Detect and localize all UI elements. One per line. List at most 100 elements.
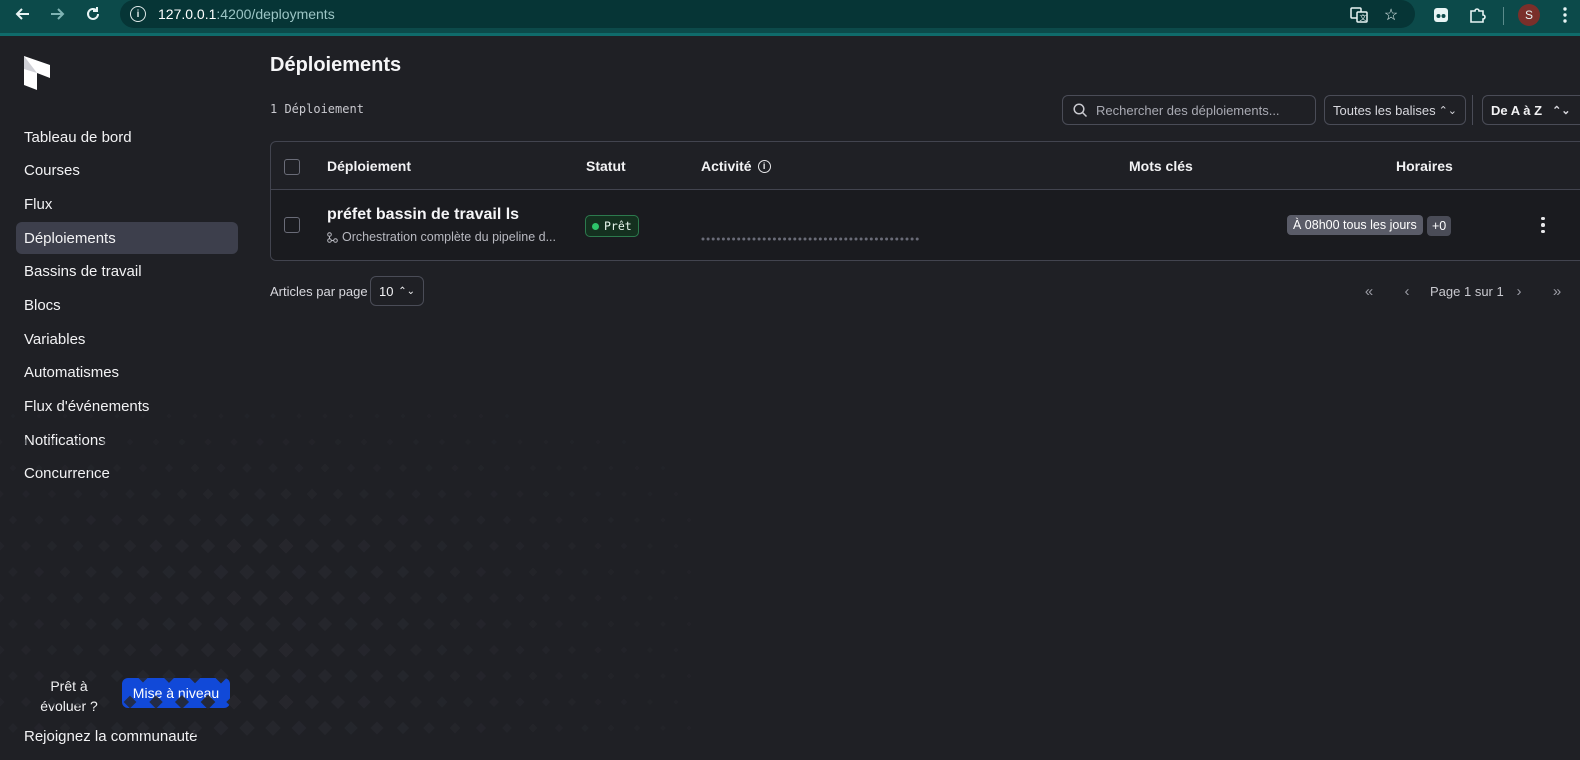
per-page-select[interactable]: 10 ⌃⌄	[370, 276, 424, 306]
activity-dot	[711, 237, 715, 241]
deployments-table: Déploiement Statut Activité i Mots clés …	[270, 141, 1580, 261]
row-menu-icon[interactable]	[1533, 210, 1553, 240]
sidebar-item-automations[interactable]: Automatismes	[16, 357, 238, 389]
activity-dot	[849, 237, 853, 241]
activity-dot	[721, 237, 725, 241]
previous-page-icon[interactable]: ‹	[1396, 280, 1418, 302]
activity-dot	[752, 237, 756, 241]
activity-dot	[772, 237, 776, 241]
first-page-icon[interactable]: «	[1358, 280, 1380, 302]
column-activity[interactable]: Activité i	[701, 158, 771, 174]
sidebar-item-blocks[interactable]: Blocs	[16, 289, 238, 321]
activity-dot	[808, 237, 812, 241]
prefect-logo-icon[interactable]	[24, 56, 50, 90]
deployment-count: 1 Déploiement	[270, 102, 364, 116]
profile-avatar[interactable]: S	[1518, 4, 1540, 26]
column-tags[interactable]: Mots clés	[1129, 158, 1193, 174]
activity-dot	[905, 237, 909, 241]
activity-dot	[767, 237, 771, 241]
search-icon	[1073, 102, 1088, 118]
table-header: Déploiement Statut Activité i Mots clés …	[271, 142, 1580, 190]
activity-dot	[737, 237, 741, 241]
bookmark-star-icon[interactable]: ☆	[1380, 4, 1402, 26]
activity-dot	[762, 237, 766, 241]
column-status[interactable]: Statut	[586, 158, 626, 174]
search-input[interactable]: Rechercher des déploiements...	[1062, 95, 1316, 125]
select-all-checkbox[interactable]	[284, 159, 300, 175]
extension-icon[interactable]	[1430, 4, 1452, 26]
activity-dot	[783, 237, 787, 241]
sidebar-item-event-feed[interactable]: Flux d'événements	[16, 391, 238, 423]
schedule-more-badge[interactable]: +0	[1427, 216, 1452, 236]
sidebar-item-notifications[interactable]: Notifications	[16, 424, 238, 456]
activity-dot	[778, 237, 781, 241]
status-badge: Prêt	[585, 215, 639, 237]
sidebar: Tableau de bord Courses Flux Déploiement…	[0, 36, 254, 756]
reload-icon[interactable]	[76, 0, 110, 28]
activity-dot	[874, 237, 878, 241]
status-label: Prêt	[604, 219, 632, 233]
activity-dot	[716, 237, 720, 241]
community-link[interactable]: Rejoignez la communauté	[24, 728, 197, 745]
page-info: Page 1 sur 1	[1430, 284, 1504, 299]
sidebar-item-variables[interactable]: Variables	[16, 323, 238, 355]
sidebar-item-deployments[interactable]: Déploiements	[16, 222, 238, 255]
sidebar-item-work-pools[interactable]: Bassins de travail	[16, 256, 238, 288]
browser-toolbar: i 127.0.0.1:4200/deployments 文 ☆ S	[0, 0, 1580, 36]
sort-select[interactable]: De A à Z ⌃⌄	[1482, 95, 1580, 125]
flow-name: Orchestration complète du pipeline d...	[342, 230, 557, 244]
activity-dot	[701, 237, 705, 241]
table-row[interactable]: préfet bassin de travail ls Orchestratio…	[271, 190, 1580, 260]
activity-dot	[839, 237, 843, 241]
column-deployment[interactable]: Déploiement	[327, 158, 411, 174]
puzzle-icon[interactable]	[1466, 4, 1488, 26]
translate-icon[interactable]: 文	[1348, 4, 1370, 26]
column-activity-label: Activité	[701, 158, 752, 174]
address-bar[interactable]: i 127.0.0.1:4200/deployments 文 ☆	[120, 0, 1415, 28]
activity-dot	[829, 237, 832, 241]
toolbar-divider	[1503, 7, 1504, 25]
sidebar-nav: Tableau de bord Courses Flux Déploiement…	[16, 121, 238, 492]
chevron-updown-icon: ⌃⌄	[1438, 104, 1457, 117]
sidebar-item-flows[interactable]: Flux	[16, 188, 238, 220]
activity-dot	[910, 237, 914, 241]
schedule-badge[interactable]: À 08h00 tous les jours	[1287, 215, 1423, 235]
per-page-label: Articles par page	[270, 284, 368, 299]
activity-dot	[818, 237, 822, 241]
row-checkbox[interactable]	[284, 217, 300, 233]
activity-dot	[859, 237, 863, 241]
activity-dot	[844, 237, 848, 241]
chevron-updown-icon: ⌃⌄	[1552, 104, 1571, 117]
activity-dot	[813, 237, 817, 241]
back-arrow-icon[interactable]	[6, 0, 40, 28]
activity-dot	[880, 237, 883, 241]
sidebar-item-concurrency[interactable]: Concurrence	[16, 458, 238, 490]
main-content: Déploiements 1 Déploiement Rechercher de…	[254, 36, 1580, 756]
activity-dot	[834, 237, 838, 241]
filter-divider	[1472, 95, 1473, 125]
upgrade-prompt: Prêt à évoluer ?	[40, 678, 98, 714]
activity-dot	[864, 237, 868, 241]
sidebar-item-dashboard[interactable]: Tableau de bord	[16, 121, 238, 153]
status-dot-icon	[592, 222, 599, 230]
column-schedules[interactable]: Horaires	[1396, 158, 1453, 174]
info-icon[interactable]: i	[757, 159, 771, 173]
activity-dot	[900, 237, 904, 241]
last-page-icon[interactable]: »	[1546, 280, 1568, 302]
activity-dot	[915, 237, 919, 241]
forward-arrow-icon[interactable]	[40, 0, 74, 28]
per-page-value: 10	[379, 283, 394, 299]
upgrade-button[interactable]: Mise à niveau	[122, 678, 230, 708]
page-title: Déploiements	[270, 54, 402, 76]
activity-dot	[747, 237, 751, 241]
tags-filter-select[interactable]: Toutes les balises ⌃⌄	[1324, 95, 1466, 125]
activity-dot	[742, 237, 746, 241]
deployment-flow[interactable]: Orchestration complète du pipeline d...	[327, 230, 556, 244]
site-info-icon[interactable]: i	[130, 6, 146, 22]
deployment-name-link[interactable]: préfet bassin de travail ls	[327, 206, 519, 224]
activity-sparkline	[701, 237, 919, 241]
browser-menu-icon[interactable]	[1554, 4, 1576, 26]
sidebar-item-runs[interactable]: Courses	[16, 155, 238, 187]
next-page-icon[interactable]: ›	[1508, 280, 1530, 302]
url-text: 127.0.0.1:4200/deployments	[158, 6, 335, 22]
